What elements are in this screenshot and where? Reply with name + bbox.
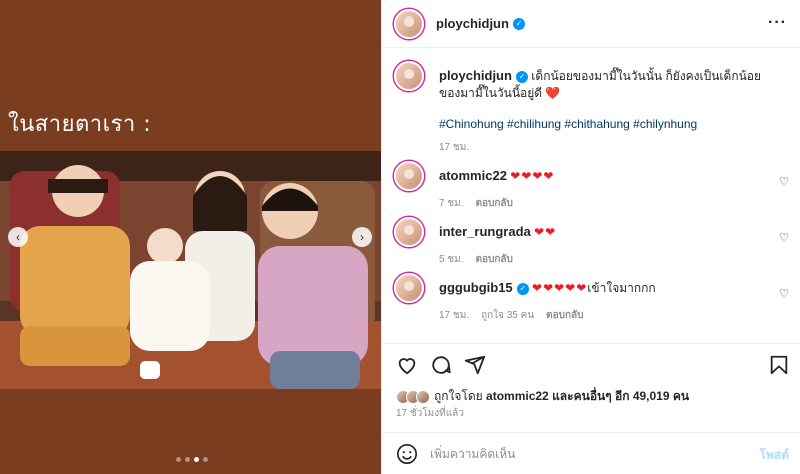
save-bookmark-icon[interactable] [768, 354, 790, 376]
chevron-right-icon: › [360, 230, 364, 244]
instagram-post-modal: ในสายตาเรา : ‹ › ploychidjun ✓ ··· ployc… [0, 0, 800, 474]
liker-username[interactable]: atommic22 [486, 389, 549, 403]
post-actions [382, 343, 800, 385]
liker-avatar [416, 389, 430, 404]
carousel-dot [203, 457, 208, 462]
comment-text-suffix: เข้าใจมากกก [587, 281, 656, 295]
verified-badge-icon: ✓ [515, 70, 528, 83]
comment-likes[interactable]: ถูกใจ 35 คน [481, 310, 534, 321]
post-comment-button[interactable]: โพสต์ [760, 446, 789, 465]
comment-time: 5 ชม. [439, 254, 464, 265]
comment-composer: โพสต์ [382, 432, 800, 474]
reply-button[interactable]: ตอบกลับ [476, 198, 513, 209]
commenter-avatar[interactable] [394, 273, 424, 303]
chevron-left-icon: ‹ [16, 230, 20, 244]
comments-list: ploychidjun ✓ เด็กน้อยของมามี๊ในวันนั้น ก… [382, 49, 800, 342]
verified-badge-icon: ✓ [516, 282, 529, 295]
reply-button[interactable]: ตอบกลับ [546, 310, 583, 321]
caption-author-username[interactable]: ploychidjun [439, 68, 512, 83]
more-options-icon[interactable]: ··· [768, 14, 787, 32]
caption-time: 17 ชม. [439, 142, 470, 153]
post-media: ในสายตาเรา : ‹ › [0, 0, 381, 474]
commenter-username[interactable]: atommic22 [439, 168, 507, 183]
like-comment-heart-icon[interactable]: ♡ [779, 287, 789, 300]
comment-bubble-icon[interactable] [430, 354, 452, 376]
verified-badge-icon: ✓ [512, 17, 525, 30]
comment-text: ❤❤ [534, 225, 557, 239]
commenter-username[interactable]: inter_rungrada [439, 224, 531, 239]
likes-summary: ถูกใจโดย atommic22 และคนอื่นๆ อีก 49,019… [396, 387, 689, 406]
likes-prefix: ถูกใจโดย [434, 389, 487, 403]
author-avatar[interactable] [394, 8, 424, 39]
post-sidebar: ploychidjun ✓ ··· ploychidjun ✓ เด็กน้อยข… [381, 0, 800, 474]
comment-time: 17 ชม. [439, 310, 470, 321]
next-photo-button[interactable]: › [352, 227, 372, 247]
comment-time: 7 ชม. [439, 198, 464, 209]
comment-text: ❤❤❤❤❤ [532, 281, 588, 295]
media-caption: ในสายตาเรา : [8, 112, 152, 137]
likes-middle: และคนอื่นๆ อีก [548, 389, 633, 403]
share-paper-plane-icon[interactable] [464, 354, 486, 376]
author-username[interactable]: ploychidjun [436, 16, 509, 31]
post-header: ploychidjun ✓ ··· [382, 0, 800, 48]
carousel-dot [185, 457, 190, 462]
carousel-dot-active [194, 457, 199, 462]
caption-author-avatar[interactable] [394, 61, 424, 91]
hashtags[interactable]: #Chinohung #chilihung #chithahung #chily… [439, 116, 774, 133]
heart-emoji-icon: ❤️ [545, 86, 562, 100]
comment-text: ❤❤❤❤ [510, 169, 555, 183]
like-comment-heart-icon[interactable]: ♡ [779, 175, 789, 188]
likes-count[interactable]: 49,019 คน [633, 389, 689, 403]
commenter-avatar[interactable] [394, 161, 424, 191]
emoji-smiley-icon[interactable] [396, 443, 418, 465]
carousel-indicator [176, 457, 208, 462]
carousel-dot [176, 457, 181, 462]
commenter-avatar[interactable] [394, 217, 424, 247]
like-heart-icon[interactable] [396, 354, 418, 376]
previous-photo-button[interactable]: ‹ [8, 227, 28, 247]
reply-button[interactable]: ตอบกลับ [476, 254, 513, 265]
post-time-ago[interactable]: 17 ชั่วโมงที่แล้ว [396, 406, 464, 421]
comment-input[interactable] [430, 444, 730, 464]
family-photo [0, 151, 381, 389]
commenter-username[interactable]: gggubgib15 [439, 280, 513, 295]
like-comment-heart-icon[interactable]: ♡ [779, 231, 789, 244]
